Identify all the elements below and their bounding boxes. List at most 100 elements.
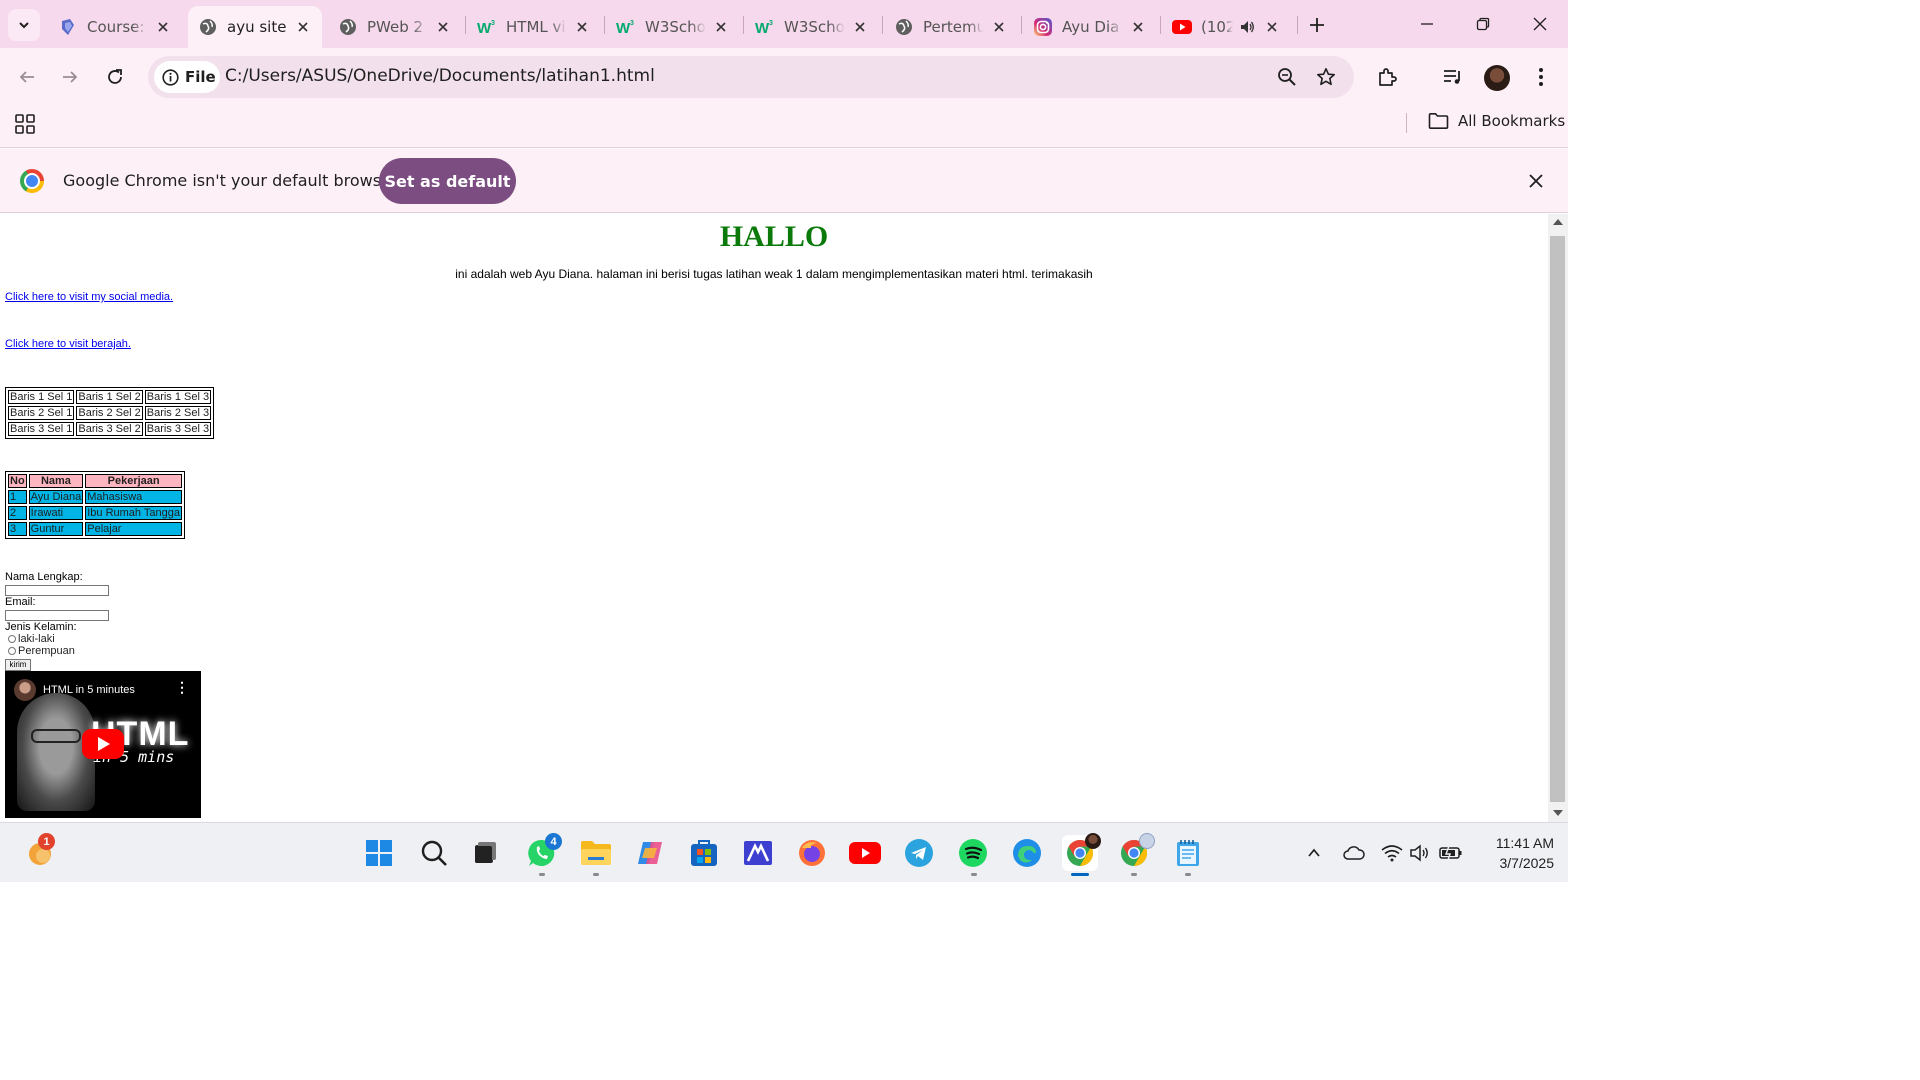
close-icon[interactable] bbox=[851, 18, 869, 36]
apps-grid-icon[interactable] bbox=[14, 113, 36, 135]
arrow-right-icon bbox=[63, 71, 78, 83]
forward-button[interactable] bbox=[53, 60, 87, 94]
chevron-up-icon[interactable] bbox=[1302, 841, 1326, 865]
edge-icon[interactable] bbox=[1009, 835, 1045, 871]
tab-pertemuan[interactable]: Pertemu bbox=[884, 6, 1018, 48]
clock-date: 3/7/2025 bbox=[1499, 855, 1555, 871]
telegram-icon[interactable] bbox=[901, 835, 937, 871]
close-icon[interactable] bbox=[434, 18, 452, 36]
table-cell: Baris 2 Sel 3 bbox=[144, 406, 212, 420]
reload-button[interactable] bbox=[98, 60, 132, 94]
start-icon[interactable] bbox=[361, 835, 397, 871]
close-window-button[interactable] bbox=[1518, 4, 1562, 44]
address-bar[interactable]: File C:/Users/ASUS/OneDrive/Documents/la… bbox=[148, 56, 1354, 98]
tab-instagram[interactable]: Ayu Dia bbox=[1023, 6, 1157, 48]
firefox-icon[interactable] bbox=[794, 835, 830, 871]
volume-icon[interactable] bbox=[1408, 841, 1432, 865]
tab-separator bbox=[743, 16, 744, 34]
media-controls-icon[interactable] bbox=[1436, 60, 1470, 94]
onedrive-cloud-icon[interactable] bbox=[1342, 841, 1366, 865]
gender-option-female[interactable]: Perempuan bbox=[8, 645, 75, 657]
tab-pweb[interactable]: PWeb 2 bbox=[328, 6, 462, 48]
table-cell: Mahasiswa bbox=[85, 490, 182, 504]
spotify-icon[interactable] bbox=[955, 835, 991, 871]
table-cell: 1 bbox=[8, 490, 27, 504]
youtube-embed[interactable]: HTML in 5 minutes ⋮ HTML in 5 mins bbox=[5, 671, 201, 818]
tab-search-button[interactable] bbox=[8, 9, 40, 41]
close-icon[interactable] bbox=[1524, 169, 1548, 193]
email-field[interactable] bbox=[5, 610, 109, 621]
more-vertical-icon[interactable]: ⋮ bbox=[175, 682, 189, 696]
table-cell: Irawati bbox=[28, 506, 84, 520]
file-explorer-icon[interactable] bbox=[578, 835, 614, 871]
mail-icon[interactable] bbox=[740, 835, 776, 871]
set-as-default-button[interactable]: Set as default bbox=[379, 158, 516, 204]
site-info-chip[interactable]: File bbox=[154, 61, 220, 93]
speaker-icon[interactable] bbox=[1239, 18, 1257, 36]
globe-icon bbox=[894, 17, 914, 37]
wifi-icon[interactable] bbox=[1380, 841, 1404, 865]
notepad-icon[interactable] bbox=[1170, 835, 1206, 871]
all-bookmarks-button[interactable]: All Bookmarks bbox=[1428, 112, 1565, 130]
microsoft-store-icon[interactable] bbox=[686, 835, 722, 871]
close-icon[interactable] bbox=[712, 18, 730, 36]
copilot-icon[interactable] bbox=[632, 835, 668, 871]
scroll-down-arrow-icon[interactable] bbox=[1553, 810, 1563, 816]
radio-button[interactable] bbox=[8, 635, 16, 643]
radio-button[interactable] bbox=[8, 647, 16, 655]
gender-label: Jenis Kelamin: bbox=[5, 621, 77, 633]
chevron-down-icon bbox=[19, 22, 29, 29]
folder-icon bbox=[1428, 113, 1449, 129]
youtube-icon bbox=[1172, 17, 1192, 37]
submit-button[interactable]: kirim bbox=[5, 659, 31, 671]
active-app-indicator bbox=[1071, 873, 1089, 876]
play-button-icon[interactable] bbox=[82, 729, 124, 759]
notification-badge: 1 bbox=[38, 833, 55, 850]
svg-text:W: W bbox=[616, 20, 631, 36]
tab-html-video[interactable]: W3 HTML vi bbox=[467, 6, 601, 48]
kebab-menu-icon[interactable] bbox=[1524, 60, 1558, 94]
svg-text:3: 3 bbox=[491, 20, 495, 27]
close-icon[interactable] bbox=[294, 18, 312, 36]
url-text[interactable]: C:/Users/ASUS/OneDrive/Documents/latihan… bbox=[225, 66, 655, 86]
table-cell: Baris 1 Sel 1 bbox=[8, 390, 75, 404]
close-icon[interactable] bbox=[1129, 18, 1147, 36]
svg-text:W: W bbox=[755, 20, 770, 36]
scrollbar-thumb[interactable] bbox=[1550, 236, 1565, 802]
name-field[interactable] bbox=[5, 585, 109, 596]
scroll-up-arrow-icon[interactable] bbox=[1553, 219, 1563, 225]
profile-avatar[interactable] bbox=[1484, 65, 1510, 91]
channel-avatar[interactable] bbox=[14, 679, 36, 701]
tab-w3schools-2[interactable]: W3 W3Scho bbox=[745, 6, 879, 48]
running-indicator bbox=[1131, 873, 1137, 876]
tab-w3schools-1[interactable]: W3 W3Scho bbox=[606, 6, 740, 48]
close-icon[interactable] bbox=[573, 18, 591, 36]
restore-button[interactable] bbox=[1461, 4, 1505, 44]
search-icon[interactable] bbox=[416, 835, 452, 871]
minimize-button[interactable] bbox=[1405, 4, 1449, 44]
close-icon[interactable] bbox=[1263, 18, 1281, 36]
new-tab-button[interactable] bbox=[1302, 10, 1332, 40]
tab-youtube[interactable]: (102 bbox=[1162, 6, 1296, 48]
gender-option-male[interactable]: laki-laki bbox=[8, 633, 55, 645]
social-media-link[interactable]: Click here to visit my social media. bbox=[5, 291, 173, 303]
bookmark-star-icon[interactable] bbox=[1313, 64, 1339, 90]
close-icon[interactable] bbox=[990, 18, 1008, 36]
youtube-icon[interactable] bbox=[847, 835, 883, 871]
page-subtitle: ini adalah web Ayu Diana. halaman ini be… bbox=[455, 267, 1093, 281]
task-view-icon[interactable] bbox=[467, 835, 503, 871]
back-button[interactable] bbox=[10, 60, 44, 94]
video-title[interactable]: HTML in 5 minutes bbox=[43, 684, 135, 696]
zoom-icon[interactable] bbox=[1274, 64, 1300, 90]
berajah-link[interactable]: Click here to visit berajah. bbox=[5, 338, 131, 350]
grid-table: Baris 1 Sel 1 Baris 1 Sel 2 Baris 1 Sel … bbox=[5, 387, 215, 439]
page-title: HALLO bbox=[719, 220, 829, 253]
close-icon[interactable] bbox=[154, 18, 172, 36]
tab-course[interactable]: Course: bbox=[48, 6, 182, 48]
table-header-row: No Nama Pekerjaan bbox=[8, 474, 182, 488]
battery-icon[interactable] bbox=[1439, 841, 1463, 865]
extensions-icon[interactable] bbox=[1371, 60, 1405, 94]
page-scrollbar[interactable] bbox=[1548, 214, 1568, 822]
tab-ayu-site[interactable]: ayu site bbox=[188, 6, 322, 48]
system-clock[interactable]: 11:41 AM 3/7/2025 bbox=[1474, 833, 1554, 873]
